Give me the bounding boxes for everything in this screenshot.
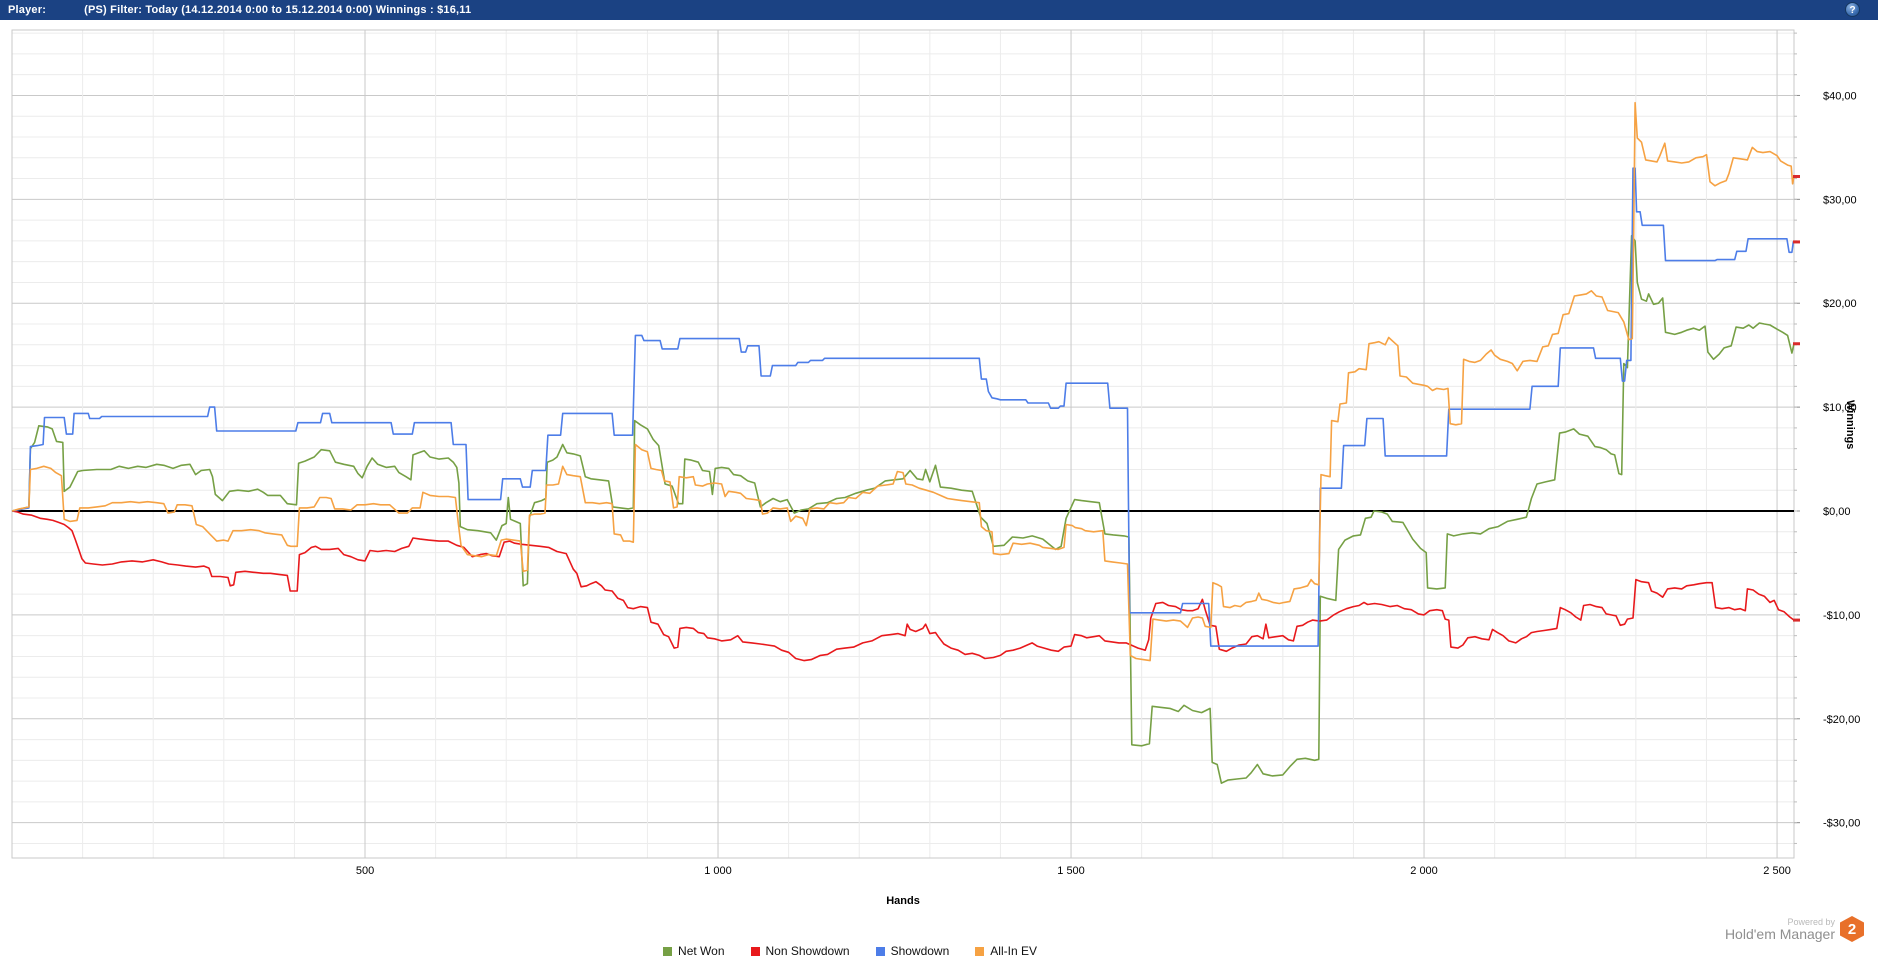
hm2-logo-icon: 2 bbox=[1840, 916, 1864, 942]
y-tick-label: $40,00 bbox=[1823, 90, 1857, 102]
series-line-non-showdown bbox=[11, 510, 1795, 662]
x-tick-label: 500 bbox=[356, 865, 374, 877]
chart-canvas[interactable]: $40,00$30,00$20,00$10,00$0,00-$10,00-$20… bbox=[0, 20, 1878, 948]
y-tick-label: $20,00 bbox=[1823, 298, 1857, 310]
legend-label: Non Showdown bbox=[765, 944, 850, 958]
help-icon[interactable]: ? bbox=[1845, 2, 1860, 17]
y-tick-label: -$10,00 bbox=[1823, 610, 1860, 622]
player-label: Player: bbox=[8, 4, 47, 16]
y-tick-label: $30,00 bbox=[1823, 194, 1857, 206]
y-tick-label: -$20,00 bbox=[1823, 714, 1860, 726]
brand-name: Hold'em Manager bbox=[1724, 926, 1835, 943]
series-line-net-won bbox=[11, 234, 1795, 785]
legend-item-all-in-ev[interactable]: All-In EV bbox=[975, 944, 1037, 958]
x-tick-label: 1 500 bbox=[1057, 865, 1085, 877]
powered-by-block: Powered by Hold'em Manager 2 bbox=[1725, 916, 1864, 942]
series-line-all-in-ev bbox=[11, 101, 1795, 662]
legend-item-showdown[interactable]: Showdown bbox=[875, 944, 950, 958]
x-tick-label: 2 000 bbox=[1410, 865, 1438, 877]
filter-summary: (PS) Filter: Today (14.12.2014 0:00 to 1… bbox=[84, 4, 472, 16]
title-bar: Player: (PS) Filter: Today (14.12.2014 0… bbox=[0, 0, 1878, 20]
x-axis-title: Hands bbox=[886, 895, 920, 907]
legend-label: Showdown bbox=[890, 944, 950, 958]
legend-item-net-won[interactable]: Net Won bbox=[663, 944, 725, 958]
legend-label: All-In EV bbox=[990, 944, 1037, 958]
y-tick-label: -$30,00 bbox=[1823, 818, 1860, 830]
chart-legend: Net Won Non Showdown Showdown All-In EV bbox=[0, 944, 1700, 958]
legend-item-non-showdown[interactable]: Non Showdown bbox=[750, 944, 850, 958]
plot-border bbox=[11, 29, 1795, 859]
winnings-graph[interactable]: $40,00 $30,00 $20,00 $10,00 $0,00 -$10,00 -$20… bbox=[0, 20, 1878, 958]
y-axis-title: Winnings bbox=[1844, 400, 1856, 450]
x-tick-label: 1 000 bbox=[704, 865, 732, 877]
legend-label: Net Won bbox=[678, 944, 725, 958]
x-tick-label: 2 500 bbox=[1763, 865, 1791, 877]
